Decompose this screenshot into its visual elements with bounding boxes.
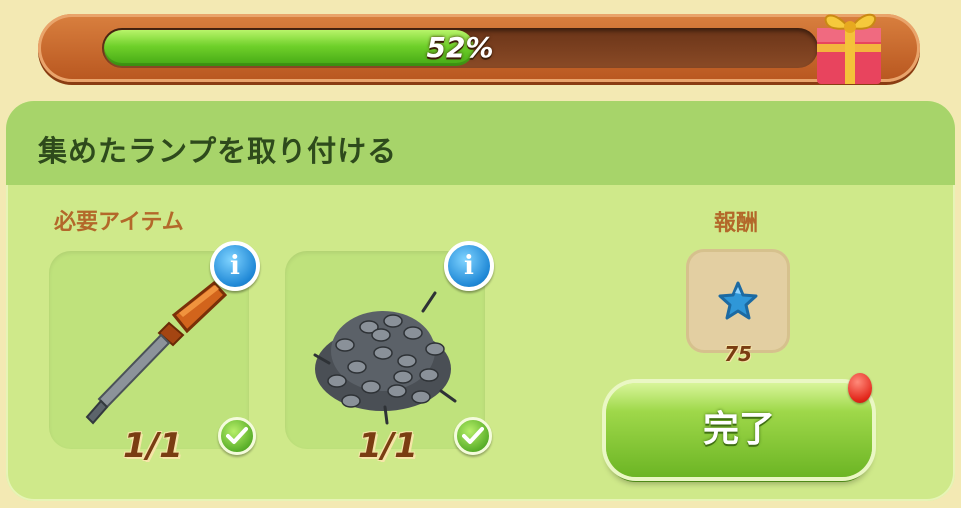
complete-button[interactable]: 完了	[606, 383, 872, 477]
check-icon	[454, 417, 492, 455]
progress-track: 52%	[102, 28, 818, 68]
item-info-button[interactable]: i	[444, 241, 494, 291]
progress-percent: 52%	[426, 31, 494, 64]
quest-title: 集めたランプを取り付ける	[38, 134, 398, 168]
blue-star-icon	[718, 281, 758, 320]
reward-slot	[686, 249, 790, 353]
notification-dot	[848, 373, 872, 403]
item-info-button[interactable]: i	[210, 241, 260, 291]
required-items-label: 必要アイテム	[54, 210, 184, 235]
item-count: 1/1	[358, 426, 418, 466]
reward-label: 報酬	[714, 211, 759, 236]
quest-progress-bar: 52%	[38, 14, 920, 82]
item-count: 1/1	[123, 426, 183, 466]
gift-box-icon[interactable]	[805, 0, 893, 86]
quest-panel: 集めたランプを取り付ける 必要アイテム 報酬 i 1/1 i 1/1 75 完了	[6, 101, 955, 501]
quest-header: 集めたランプを取り付ける	[6, 101, 955, 185]
reward-amount: 75	[724, 342, 752, 366]
check-icon	[218, 417, 256, 455]
